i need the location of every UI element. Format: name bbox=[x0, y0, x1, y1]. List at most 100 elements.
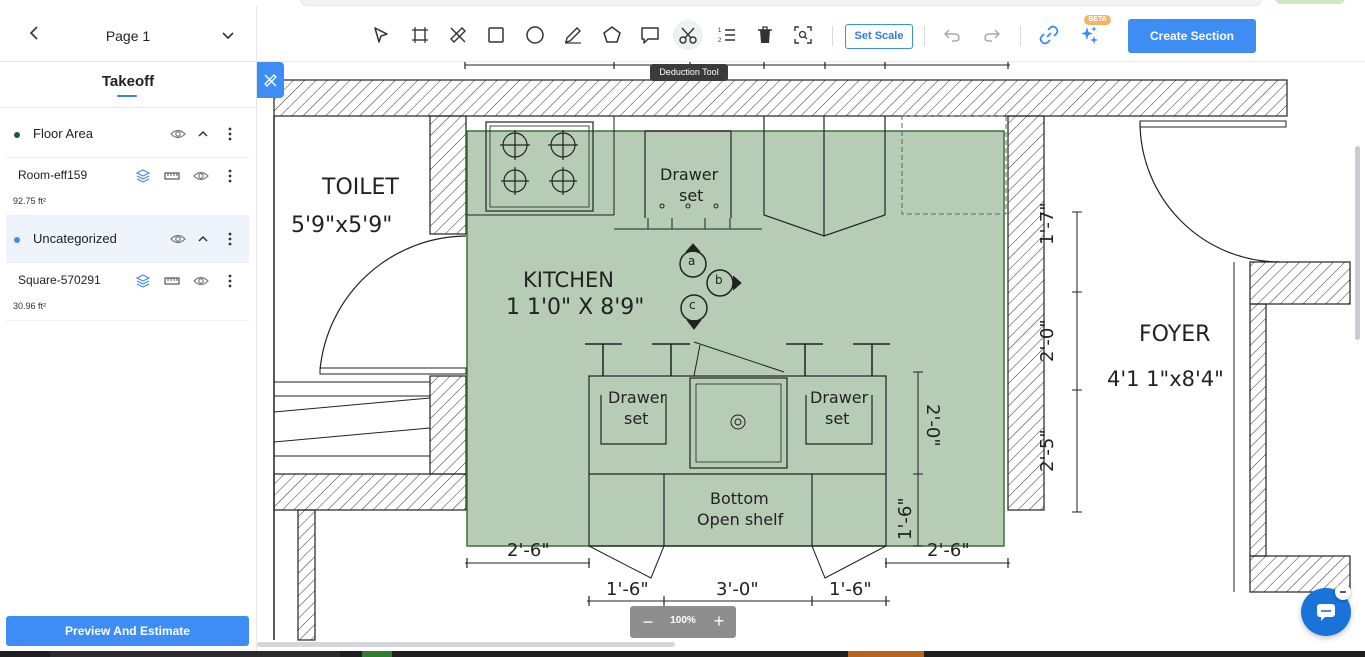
zoom-out-button[interactable]: − bbox=[640, 612, 656, 632]
toolbar-divider bbox=[924, 26, 925, 46]
top-drawer-label-2: set bbox=[679, 186, 704, 205]
floor-plan bbox=[273, 62, 1351, 641]
eye-icon[interactable] bbox=[170, 126, 186, 142]
bottom-shelf-label-2: Open shelf bbox=[697, 510, 784, 529]
delete-tool-icon[interactable] bbox=[754, 24, 776, 46]
link-icon[interactable] bbox=[1038, 24, 1060, 46]
dim-1-6-vertical: 1'-6" bbox=[895, 497, 916, 540]
takeoff-underline bbox=[117, 95, 137, 97]
page-selector: Page 1 bbox=[0, 6, 256, 62]
dim-2-6-left: 2'-6" bbox=[507, 540, 550, 561]
dim-1-7: 1'-7" bbox=[1037, 202, 1058, 245]
right-drawer-label: Drawer bbox=[810, 388, 869, 407]
select-tool-icon[interactable] bbox=[370, 24, 392, 46]
kitchen-dimension: 1 1'0" X 8'9" bbox=[506, 295, 645, 320]
circle-tool-icon[interactable] bbox=[524, 24, 546, 46]
marker-b: b bbox=[715, 273, 723, 287]
kitchen-label: KITCHEN bbox=[523, 268, 614, 292]
group-floor-area[interactable]: Floor Area bbox=[6, 111, 249, 158]
toolbar-divider bbox=[1020, 26, 1021, 46]
item-area: 92.75 ft² bbox=[13, 196, 47, 206]
dim-1-6-a: 1'-6" bbox=[606, 579, 649, 600]
takeoff-title: Takeoff bbox=[101, 73, 155, 90]
drawing-toolbar: 12 Set Scale BETA Create Section bbox=[257, 6, 1365, 62]
kitchen-area-highlight[interactable] bbox=[466, 130, 1005, 547]
os-taskbar bbox=[0, 651, 1365, 657]
item-area: 30.96 ft² bbox=[13, 301, 47, 311]
create-section-button[interactable]: Create Section bbox=[1128, 19, 1256, 53]
area-select-tool-icon[interactable] bbox=[409, 24, 431, 46]
more-vertical-icon[interactable] bbox=[222, 231, 238, 247]
item-name: Room-eff159 bbox=[18, 168, 88, 182]
chevron-down-icon[interactable] bbox=[220, 27, 236, 43]
bottom-shelf-label: Bottom bbox=[710, 489, 769, 508]
item-name: Square-570291 bbox=[18, 273, 101, 287]
foyer-dimension: 4'1 1"x8'4" bbox=[1107, 367, 1224, 391]
chevron-up-icon[interactable] bbox=[195, 231, 211, 247]
left-drawer-label-2: set bbox=[624, 409, 649, 428]
canvas-panel-toggle[interactable] bbox=[257, 62, 284, 98]
page-title[interactable]: Page 1 bbox=[0, 28, 256, 44]
zoom-fit-tool-icon[interactable] bbox=[792, 24, 814, 46]
eye-icon[interactable] bbox=[170, 231, 186, 247]
ai-sparkle-icon[interactable] bbox=[1078, 24, 1100, 46]
chat-close-button[interactable] bbox=[1335, 584, 1351, 600]
dim-2-0-b: 2'-0" bbox=[922, 404, 943, 447]
toolbar-divider bbox=[832, 26, 833, 46]
pen-tool-icon[interactable] bbox=[562, 24, 584, 46]
polygon-tool-icon[interactable] bbox=[601, 24, 623, 46]
vertical-scrollbar[interactable] bbox=[1355, 146, 1360, 340]
eye-icon[interactable] bbox=[193, 273, 209, 289]
set-scale-button[interactable]: Set Scale bbox=[845, 24, 913, 49]
list-item[interactable]: Room-eff159 92.75 ft² bbox=[6, 157, 249, 216]
dim-2-0-a: 2'-0" bbox=[1037, 319, 1058, 362]
beta-badge: BETA bbox=[1084, 15, 1111, 25]
tool-tooltip: Deduction Tool bbox=[650, 64, 728, 81]
taskbar-segment bbox=[50, 651, 340, 657]
ruler-icon[interactable] bbox=[164, 168, 180, 184]
list-item[interactable]: Square-570291 30.96 ft² bbox=[6, 262, 249, 321]
layers-icon[interactable] bbox=[135, 168, 151, 184]
takeoff-sidebar: Page 1 Takeoff Floor Area Room-eff159 92… bbox=[0, 6, 257, 651]
taskbar-app-icon bbox=[362, 651, 392, 657]
deduction-tool-icon[interactable] bbox=[673, 20, 703, 50]
group-name: Uncategorized bbox=[33, 231, 117, 246]
chat-icon bbox=[1317, 604, 1335, 621]
svg-text:1: 1 bbox=[718, 28, 722, 34]
group-uncategorized[interactable]: Uncategorized bbox=[6, 216, 249, 263]
marker-c: c bbox=[689, 298, 696, 312]
dim-1-6-b: 1'-6" bbox=[829, 579, 872, 600]
undo-icon[interactable] bbox=[941, 24, 963, 46]
rectangle-tool-icon[interactable] bbox=[485, 24, 507, 46]
foyer-label: FOYER bbox=[1139, 322, 1211, 347]
zoom-in-button[interactable]: + bbox=[710, 611, 728, 631]
chat-support-button[interactable] bbox=[1301, 584, 1351, 636]
takeoff-header: Takeoff bbox=[0, 61, 256, 108]
browser-action bbox=[1275, 0, 1345, 4]
eye-icon[interactable] bbox=[193, 168, 209, 184]
group-color-dot bbox=[14, 237, 20, 243]
drawing-canvas[interactable]: TOILET 5'9"x5'9" KITCHEN 1 1'0" X 8'9" D… bbox=[257, 62, 1365, 651]
chevron-up-icon[interactable] bbox=[195, 126, 211, 142]
horizontal-scrollbar[interactable] bbox=[257, 642, 675, 647]
group-color-dot bbox=[14, 132, 20, 138]
group-name: Floor Area bbox=[33, 126, 93, 141]
top-drawer-label: Drawer bbox=[660, 165, 719, 184]
more-vertical-icon[interactable] bbox=[222, 273, 238, 289]
layers-icon[interactable] bbox=[135, 273, 151, 289]
more-vertical-icon[interactable] bbox=[222, 126, 238, 142]
svg-text:2: 2 bbox=[718, 38, 722, 44]
preview-and-estimate-button[interactable]: Preview And Estimate bbox=[6, 616, 249, 646]
left-drawer-label: Drawer bbox=[608, 388, 667, 407]
more-vertical-icon[interactable] bbox=[222, 168, 238, 184]
zoom-level: 100% bbox=[670, 615, 696, 626]
comment-tool-icon[interactable] bbox=[639, 24, 661, 46]
count-tool-icon[interactable]: 12 bbox=[716, 24, 738, 46]
right-drawer-label-2: set bbox=[825, 409, 850, 428]
minus-icon bbox=[1340, 591, 1346, 593]
taskbar-app-icon bbox=[848, 651, 924, 657]
ruler-icon[interactable] bbox=[164, 273, 180, 289]
redo-icon[interactable] bbox=[981, 24, 1003, 46]
zoom-control: − 100% + bbox=[630, 606, 736, 638]
measure-tool-icon[interactable] bbox=[447, 24, 469, 46]
